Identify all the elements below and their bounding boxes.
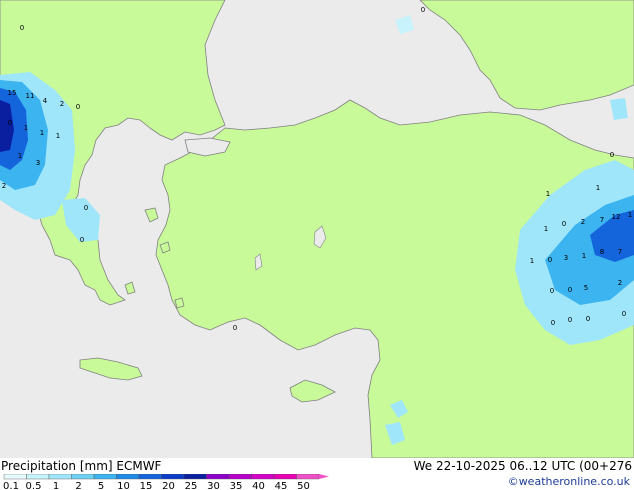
- precip-value-label: 0: [80, 236, 84, 244]
- precip-value-label: 1: [582, 252, 586, 260]
- legend-tick-label: 10: [117, 481, 130, 490]
- precip-value-label: 0: [586, 315, 590, 323]
- legend-tick-label: 1: [53, 481, 59, 490]
- precipitation-map: 015 114 2 0011 11320010112 110 2 73 1 80170 0 520 0 0…: [0, 0, 634, 458]
- precip-value-label: 0: [568, 286, 572, 294]
- map-title: Precipitation [mm] ECMWF: [1, 459, 162, 473]
- precip-value-label: 1: [24, 124, 28, 132]
- precip-value-label: 0: [550, 287, 554, 295]
- legend-swatch: [3, 474, 27, 480]
- legend-tick-label: 0.5: [26, 481, 42, 490]
- precip-value-label: 12: [612, 213, 621, 221]
- legend-tick-label: 30: [207, 481, 220, 490]
- legend-tick-label: 45: [275, 481, 288, 490]
- precip-value-label: 0: [551, 319, 555, 327]
- legend-swatch: [273, 474, 297, 480]
- legend-swatch: [138, 474, 162, 480]
- precip-value-label: 2: [581, 218, 585, 226]
- legend-swatch: [183, 474, 207, 480]
- precip-value-label: 0: [8, 119, 12, 127]
- legend-tick-label: 5: [98, 481, 104, 490]
- precip-value-label: 4: [43, 97, 48, 105]
- precip-value-label: 5: [584, 284, 588, 292]
- precip-value-label: 1: [544, 225, 548, 233]
- legend-swatch: [228, 474, 252, 480]
- legend-swatch: [206, 474, 230, 480]
- precip-value-label: 1: [18, 152, 22, 160]
- legend-tick-label: 35: [230, 481, 243, 490]
- aegean-island-4: [174, 297, 185, 309]
- precip-value-label: 0: [548, 256, 552, 264]
- precip-value-label: 0: [421, 6, 425, 14]
- precip-value-label: 0: [622, 310, 626, 318]
- precip-value-label: 7: [618, 248, 622, 256]
- color-scale-legend: 0.1 0.5 1 2 5 10 15 20 25 30 35 40 45 50: [3, 474, 329, 490]
- precip-value-label: 0: [233, 324, 237, 332]
- precip-value-label: 3: [564, 254, 568, 262]
- precip-value-label: 1: [628, 211, 632, 219]
- precip-value-label: 1: [530, 257, 534, 265]
- precip-value-label: 3: [36, 159, 40, 167]
- precip-value-label: 0: [610, 151, 614, 159]
- legend-overflow-arrow: [319, 474, 329, 479]
- legend-tick-label: 25: [185, 481, 198, 490]
- precip-value-label: 15: [8, 89, 17, 97]
- precip-value-label: 1: [596, 184, 600, 192]
- precip-value-label: 1: [56, 132, 60, 140]
- legend-tick-label: 50: [297, 481, 310, 490]
- valid-datetime: We 22-10-2025 06..12 UTC (00+276: [413, 459, 632, 473]
- legend-swatch: [116, 474, 140, 480]
- legend-tick-label: 20: [162, 481, 175, 490]
- precip-value-label: 0: [76, 103, 80, 111]
- legend-swatch: [93, 474, 117, 480]
- precip-value-label: 7: [600, 216, 604, 224]
- precip-value-label: 2: [2, 182, 6, 190]
- legend-tick-label: 0.1: [3, 481, 19, 490]
- precip-value-label: 0: [84, 204, 88, 212]
- precip-value-label: 0: [20, 24, 24, 32]
- precip-value-label: 1: [546, 190, 550, 198]
- precip-value-label: 2: [618, 279, 622, 287]
- precip-value-label: 11: [26, 92, 35, 100]
- precip-value-label: 2: [60, 100, 64, 108]
- legend-swatch: [251, 474, 275, 480]
- legend-swatch: [48, 474, 72, 480]
- legend-swatch: [161, 474, 185, 480]
- credit-link[interactable]: ©weatheronline.co.uk: [508, 475, 630, 488]
- legend-swatch: [296, 474, 320, 480]
- legend-swatch: [26, 474, 50, 480]
- legend-tick-label: 40: [252, 481, 265, 490]
- precip-value-label: 0: [562, 220, 566, 228]
- legend-tick-label: 2: [75, 481, 81, 490]
- legend-tick-label: 15: [140, 481, 153, 490]
- legend-swatch: [71, 474, 95, 480]
- precip-value-label: 1: [40, 129, 44, 137]
- precip-value-label: 0: [568, 316, 572, 324]
- precip-value-label: 8: [600, 248, 604, 256]
